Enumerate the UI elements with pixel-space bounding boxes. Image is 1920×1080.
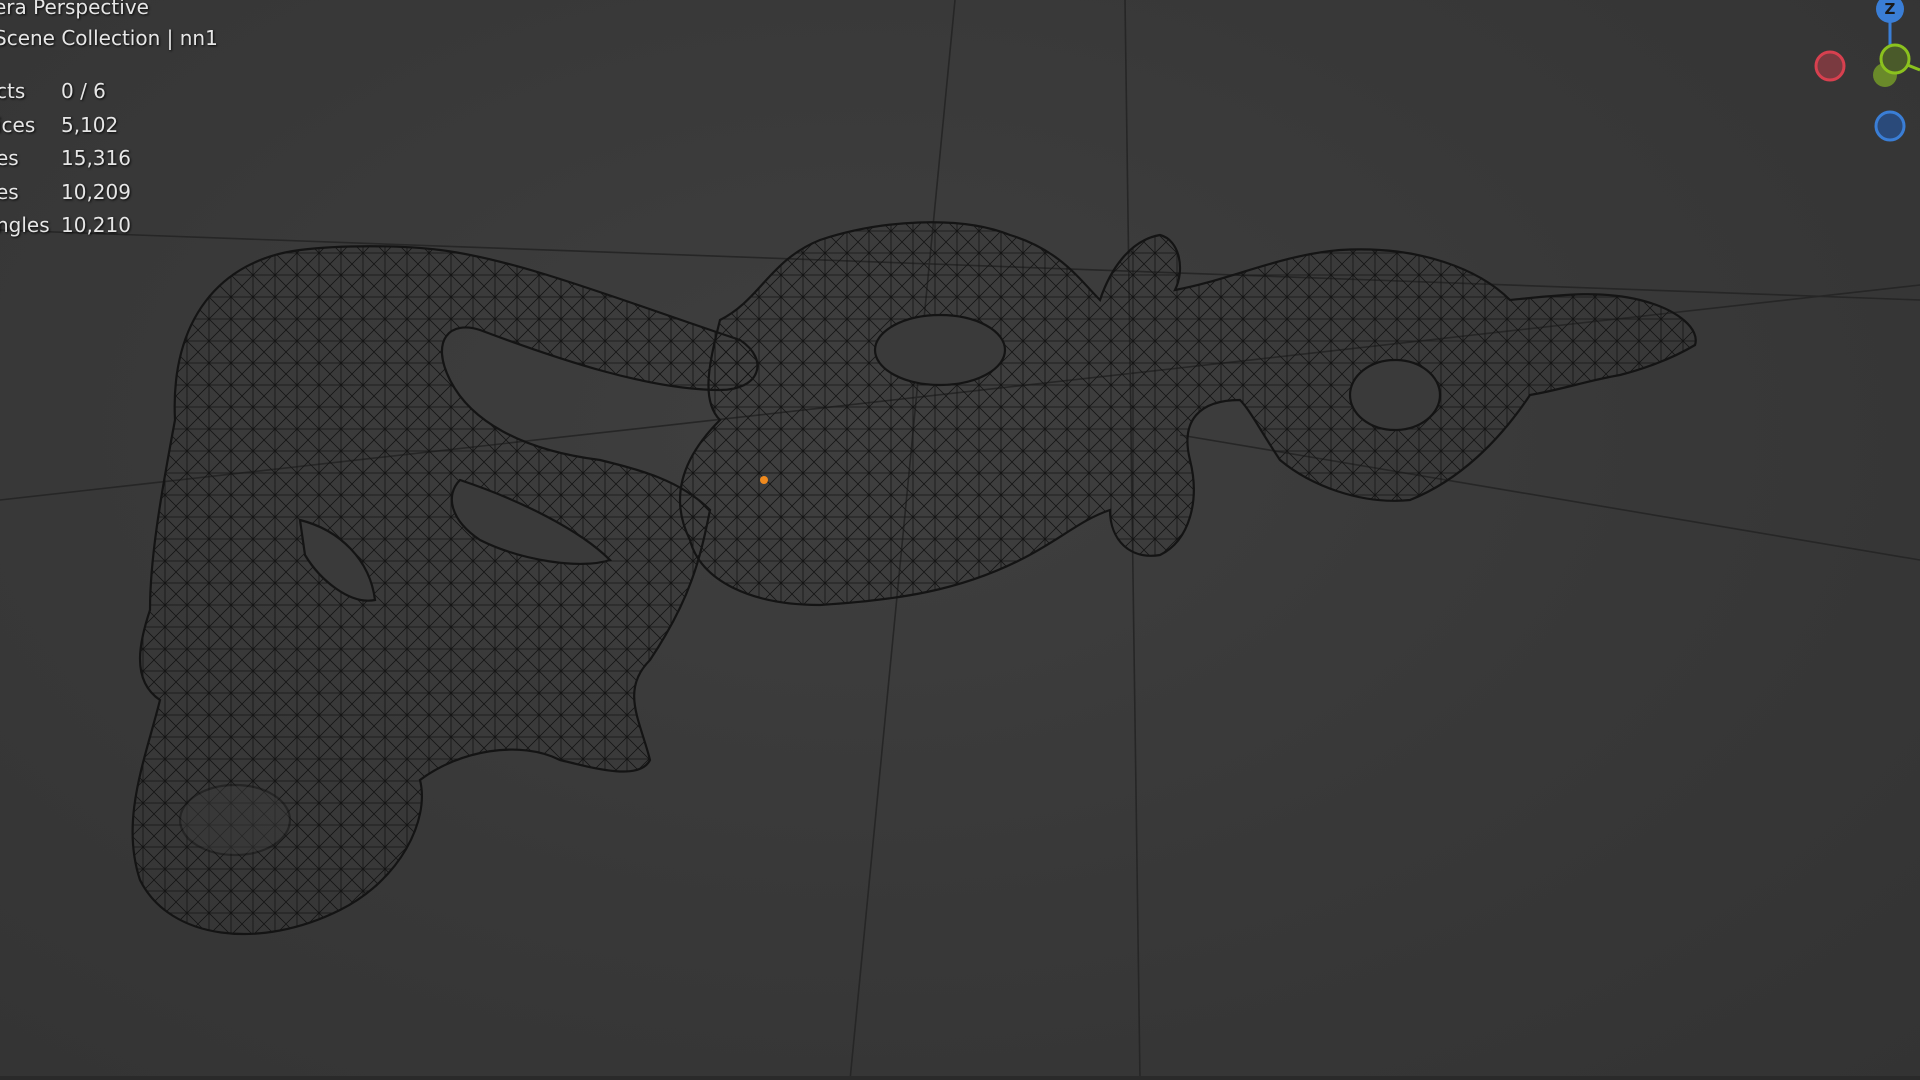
stat-value-edges: 15,316 bbox=[61, 146, 131, 170]
navigation-gizmo[interactable]: Z bbox=[1790, 0, 1920, 160]
wireframe-mesh[interactable] bbox=[131, 221, 1697, 936]
mesh-hole bbox=[1348, 358, 1442, 432]
gizmo-x-negative-icon[interactable] bbox=[1814, 50, 1846, 82]
object-origin[interactable] bbox=[760, 476, 768, 484]
stat-label-triangles: ngles bbox=[0, 213, 50, 237]
viewport-scene[interactable] bbox=[0, 0, 1920, 1080]
stat-value-faces: 10,209 bbox=[61, 180, 131, 204]
stat-value-triangles: 10,210 bbox=[61, 213, 131, 237]
stat-label-edges: es bbox=[0, 146, 19, 170]
gizmo-y-icon[interactable] bbox=[1879, 43, 1911, 75]
gizmo-z-negative-icon[interactable] bbox=[1874, 110, 1906, 142]
stat-label-objects: cts bbox=[0, 79, 26, 103]
mesh-hole bbox=[178, 783, 292, 857]
stat-value-vertices: 5,102 bbox=[61, 113, 119, 137]
viewport-bottom-edge bbox=[0, 1076, 1920, 1080]
stat-value-objects: 0 / 6 bbox=[61, 79, 106, 103]
3d-viewport[interactable]: era Perspective Scene Collection | nn1 c… bbox=[0, 0, 1920, 1080]
mesh-middle-body bbox=[678, 221, 1697, 607]
mesh-hole bbox=[873, 313, 1007, 387]
gizmo-z-label: Z bbox=[1885, 0, 1896, 18]
stat-label-vertices: ices bbox=[0, 113, 36, 137]
view-name: era Perspective bbox=[0, 0, 149, 19]
collection-name: Scene Collection | nn1 bbox=[0, 26, 218, 50]
stat-label-faces: es bbox=[0, 180, 19, 204]
